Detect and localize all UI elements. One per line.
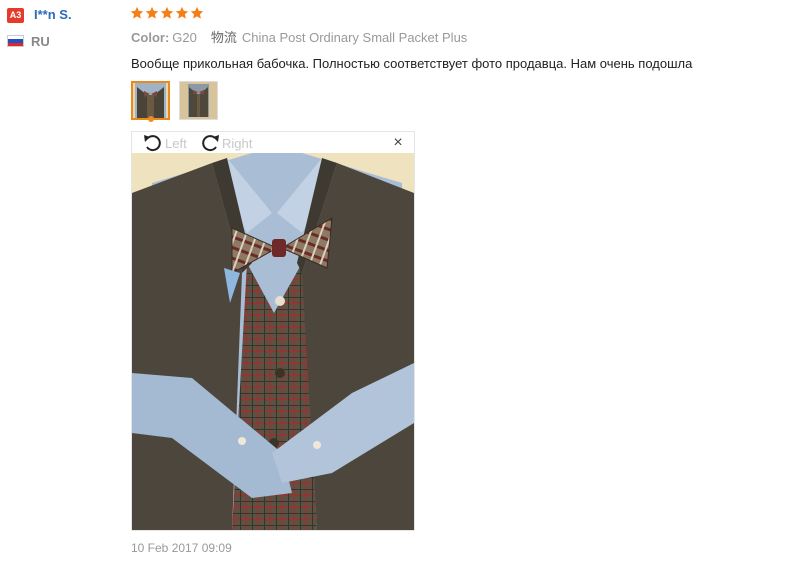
star-icon <box>190 6 204 20</box>
order-info: Color: G20 物流 China Post Ordinary Small Pac… <box>131 29 467 46</box>
rotate-left-button[interactable]: Left <box>142 134 187 152</box>
rotate-right-icon <box>199 134 222 152</box>
rotate-left-label: Left <box>165 135 187 151</box>
rotate-left-icon <box>142 134 165 152</box>
logistics-label: 物流 <box>210 30 237 45</box>
color-value: G20 <box>172 30 197 45</box>
buyer-level-badge: A3 <box>7 8 24 23</box>
rotate-right-button[interactable]: Right <box>199 134 252 152</box>
review-date: 10 Feb 2017 09:09 <box>131 541 232 555</box>
rating-stars <box>130 6 204 20</box>
review-photo-thumbnail-1[interactable] <box>131 81 170 120</box>
review-photo-thumbnail-2[interactable] <box>179 81 218 120</box>
review-photo-large <box>132 153 414 530</box>
photo-viewer: Left Right × <box>131 131 415 531</box>
reviewer-country: RU <box>31 34 50 49</box>
rotate-right-label: Right <box>222 135 253 151</box>
active-thumbnail-indicator <box>148 116 154 122</box>
review-text: Вообще прикольная бабочка. Полностью соо… <box>131 56 693 71</box>
reviewer-name: I**n S. <box>34 7 72 22</box>
close-viewer-button[interactable]: × <box>390 135 406 151</box>
star-icon <box>145 6 159 20</box>
logistics-value: China Post Ordinary Small Packet Plus <box>241 30 468 45</box>
star-icon <box>160 6 174 20</box>
viewer-toolbar: Left Right × <box>132 132 414 153</box>
star-icon <box>130 6 144 20</box>
close-icon: × <box>393 134 403 151</box>
star-icon <box>175 6 189 20</box>
color-label: Color: <box>131 30 170 45</box>
russia-flag-icon <box>7 35 24 47</box>
